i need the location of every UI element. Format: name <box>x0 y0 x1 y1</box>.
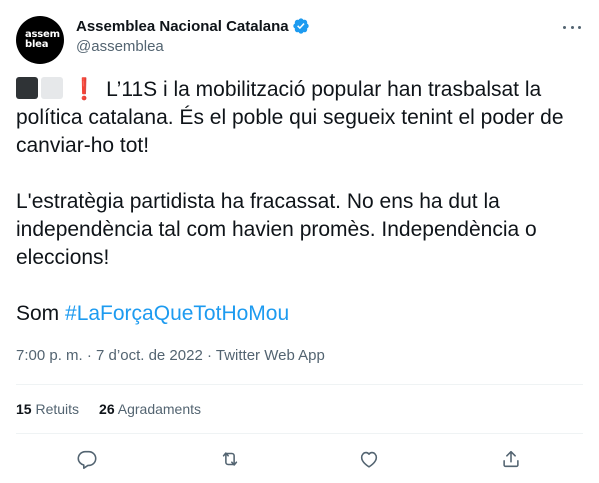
action-bar <box>0 445 599 473</box>
tweet-time[interactable]: 7:00 p. m. <box>16 347 83 364</box>
paragraph-1-text: L’11S i la mobilització popular han tras… <box>16 78 564 157</box>
tweet-paragraph-1: ❗ L’11S i la mobilització popular han tra… <box>16 76 586 160</box>
share-icon[interactable] <box>497 445 525 473</box>
black-square-icon <box>16 77 38 99</box>
reply-icon[interactable] <box>73 445 101 473</box>
retweet-icon[interactable] <box>216 445 244 473</box>
tweet-card: assem blea Assemblea Nacional Catalana @… <box>0 0 599 483</box>
more-options-icon[interactable] <box>560 18 584 36</box>
name-row: Assemblea Nacional Catalana <box>76 16 310 36</box>
author-name[interactable]: Assemblea Nacional Catalana <box>76 18 289 35</box>
verified-badge-icon <box>292 17 310 35</box>
tweet-meta: 7:00 p. m. · 7 d’oct. de 2022 · Twitter … <box>16 346 325 366</box>
avatar-line-2: blea <box>25 39 49 50</box>
like-icon[interactable] <box>355 445 383 473</box>
tweet-date[interactable]: 7 d’oct. de 2022 <box>96 347 203 364</box>
exclamation-icon: ❗ <box>71 78 98 101</box>
retweets-stat[interactable]: 15 Retuits <box>16 398 79 420</box>
meta-separator: · <box>202 347 216 364</box>
divider <box>16 433 583 434</box>
author-handle[interactable]: @assemblea <box>76 37 310 57</box>
hashtag-link[interactable]: #LaForçaQueTotHoMou <box>65 302 289 325</box>
divider <box>16 384 583 385</box>
likes-stat[interactable]: 26 Agradaments <box>99 398 201 420</box>
likes-count: 26 <box>99 401 115 417</box>
tweet-source: Twitter Web App <box>215 347 325 364</box>
white-square-icon <box>41 77 63 99</box>
paragraph-3-prefix: Som <box>16 302 66 325</box>
tweet-paragraph-3: Som #LaForçaQueTotHoMou <box>16 300 586 328</box>
likes-label: Agradaments <box>117 401 202 417</box>
engagement-stats: 15 Retuits 26 Agradaments <box>16 398 221 420</box>
meta-separator: · <box>82 347 97 364</box>
tweet-text: ❗ L’11S i la mobilització popular han tra… <box>16 76 586 328</box>
avatar[interactable]: assem blea <box>16 16 64 64</box>
retweets-count: 15 <box>16 401 32 417</box>
tweet-paragraph-2: L'estratègia partidista ha fracassat. No… <box>16 190 537 269</box>
author-block: Assemblea Nacional Catalana @assemblea <box>76 16 310 57</box>
retweets-label: Retuits <box>35 401 80 417</box>
